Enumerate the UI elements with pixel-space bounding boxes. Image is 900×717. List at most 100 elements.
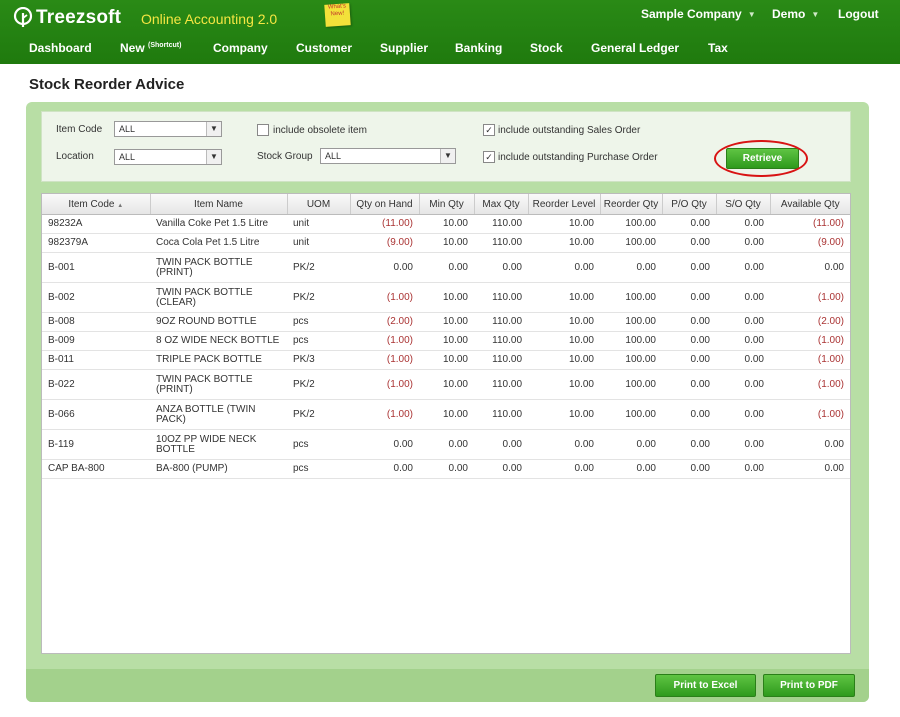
table-cell: 0.00 xyxy=(662,459,716,479)
table-row[interactable]: B-009 8 OZ WIDE NECK BOTTLE pcs (1.00) 10.00… xyxy=(42,331,850,351)
nav-stock[interactable]: Stock xyxy=(530,41,563,55)
table-cell: 10.00 xyxy=(528,399,600,430)
table-row[interactable]: B-008 9OZ ROUND BOTTLE pcs (2.00) 10.00 110.0… xyxy=(42,312,850,332)
include-sales-order-label: include outstanding Sales Order xyxy=(498,125,641,136)
table-cell: (1.00) xyxy=(770,282,850,313)
table-cell: (2.00) xyxy=(770,312,850,332)
col-po-qty[interactable]: P/O Qty xyxy=(662,194,717,215)
table-cell: pcs xyxy=(287,312,350,332)
table-cell: TWIN PACK BOTTLE (PRINT) xyxy=(150,252,287,283)
table-cell: B-008 xyxy=(42,312,150,332)
table-cell: 0.00 xyxy=(474,429,528,460)
col-reorder-level[interactable]: Reorder Level xyxy=(528,194,601,215)
stock-group-label: Stock Group xyxy=(257,151,313,162)
table-row[interactable]: B-066 ANZA BOTTLE (TWIN PACK) PK/2 (1.00) 10… xyxy=(42,399,850,430)
table-row[interactable]: 982379A Coca Cola Pet 1.5 Litre unit (9.00)… xyxy=(42,233,850,253)
col-reorder-qty[interactable]: Reorder Qty xyxy=(600,194,663,215)
table-cell: 100.00 xyxy=(600,214,662,234)
table-cell: 10.00 xyxy=(419,214,474,234)
table-cell: pcs xyxy=(287,459,350,479)
highlight-ring xyxy=(714,140,808,177)
table-cell: 0.00 xyxy=(350,459,419,479)
table-row[interactable]: B-119 10OZ PP WIDE NECK BOTTLE pcs 0.00 0.00… xyxy=(42,429,850,460)
col-item-name[interactable]: Item Name xyxy=(150,194,288,215)
col-min-qty[interactable]: Min Qty xyxy=(419,194,475,215)
main-nav: Dashboard New (Shortcut) Company Custome… xyxy=(0,41,900,63)
table-cell: (1.00) xyxy=(350,350,419,370)
col-qty-on-hand[interactable]: Qty on Hand xyxy=(350,194,420,215)
table-cell: B-001 xyxy=(42,252,150,283)
table-cell: (1.00) xyxy=(770,350,850,370)
nav-banking[interactable]: Banking xyxy=(455,41,502,55)
table-row[interactable]: B-011 TRIPLE PACK BOTTLE PK/3 (1.00) 10.00 11… xyxy=(42,350,850,370)
print-to-pdf-button[interactable]: Print to PDF xyxy=(763,674,855,697)
table-cell: 10.00 xyxy=(528,233,600,253)
table-cell: TRIPLE PACK BOTTLE xyxy=(150,350,287,370)
table-cell: pcs xyxy=(287,429,350,460)
table-cell: 0.00 xyxy=(600,459,662,479)
table-cell: 0.00 xyxy=(716,350,770,370)
company-menu[interactable]: Sample Company ▼ xyxy=(641,7,756,21)
table-cell: 0.00 xyxy=(716,399,770,430)
results-table-container[interactable]: Item Code ▲ Item Name UOM Qty on Hand Mi… xyxy=(41,193,851,654)
table-cell: 10.00 xyxy=(528,282,600,313)
table-cell: 10.00 xyxy=(528,369,600,400)
col-so-qty[interactable]: S/O Qty xyxy=(716,194,771,215)
table-cell: 0.00 xyxy=(528,459,600,479)
nav-supplier[interactable]: Supplier xyxy=(380,41,428,55)
table-cell: 8 OZ WIDE NECK BOTTLE xyxy=(150,331,287,351)
col-uom[interactable]: UOM xyxy=(287,194,351,215)
table-cell: unit xyxy=(287,214,350,234)
nav-new[interactable]: New (Shortcut) xyxy=(120,41,181,55)
col-available-qty[interactable]: Available Qty xyxy=(770,194,850,215)
table-cell: TWIN PACK BOTTLE (CLEAR) xyxy=(150,282,287,313)
logout-link[interactable]: Logout xyxy=(838,7,879,21)
table-cell: 0.00 xyxy=(716,459,770,479)
table-cell: 0.00 xyxy=(770,252,850,283)
table-cell: 98232A xyxy=(42,214,150,234)
col-max-qty[interactable]: Max Qty xyxy=(474,194,529,215)
stock-group-value: ALL xyxy=(325,151,342,161)
table-cell: (1.00) xyxy=(350,399,419,430)
table-cell: 0.00 xyxy=(419,252,474,283)
nav-tax[interactable]: Tax xyxy=(708,41,728,55)
table-cell: (1.00) xyxy=(350,369,419,400)
table-cell: 100.00 xyxy=(600,399,662,430)
include-sales-order-checkbox[interactable]: ✓ xyxy=(483,124,495,136)
location-select[interactable]: ALL ▼ xyxy=(114,149,222,165)
whats-new-note[interactable]: What's New! xyxy=(324,3,351,27)
table-row[interactable]: B-002 TWIN PACK BOTTLE (CLEAR) PK/2 (1.00) 1… xyxy=(42,282,850,313)
location-label: Location xyxy=(56,151,94,162)
chevron-down-icon: ▼ xyxy=(747,9,756,19)
include-purchase-order-checkbox[interactable]: ✓ xyxy=(483,151,495,163)
table-cell: PK/3 xyxy=(287,350,350,370)
table-cell: 0.00 xyxy=(716,282,770,313)
print-to-excel-button[interactable]: Print to Excel xyxy=(655,674,756,697)
user-menu[interactable]: Demo ▼ xyxy=(772,7,819,21)
nav-company[interactable]: Company xyxy=(213,41,268,55)
table-cell: BA-800 (PUMP) xyxy=(150,459,287,479)
table-cell: 0.00 xyxy=(662,331,716,351)
table-cell: 0.00 xyxy=(474,252,528,283)
table-cell: 100.00 xyxy=(600,282,662,313)
table-row[interactable]: B-001 TWIN PACK BOTTLE (PRINT) PK/2 0.00 0.0… xyxy=(42,252,850,283)
table-row[interactable]: B-022 TWIN PACK BOTTLE (PRINT) PK/2 (1.00) 1… xyxy=(42,369,850,400)
table-cell: ANZA BOTTLE (TWIN PACK) xyxy=(150,399,287,430)
table-cell: 0.00 xyxy=(770,459,850,479)
table-cell: 0.00 xyxy=(716,331,770,351)
table-cell: 0.00 xyxy=(350,429,419,460)
col-item-code[interactable]: Item Code ▲ xyxy=(42,194,151,215)
item-code-select[interactable]: ALL ▼ xyxy=(114,121,222,137)
table-cell: PK/2 xyxy=(287,399,350,430)
table-cell: unit xyxy=(287,233,350,253)
table-cell: CAP BA-800 xyxy=(42,459,150,479)
stock-group-select[interactable]: ALL ▼ xyxy=(320,148,456,164)
table-row[interactable]: CAP BA-800 BA-800 (PUMP) pcs 0.00 0.00 0.00 0.… xyxy=(42,459,850,479)
nav-dashboard[interactable]: Dashboard xyxy=(29,41,92,55)
nav-customer[interactable]: Customer xyxy=(296,41,352,55)
include-obsolete-checkbox[interactable] xyxy=(257,124,269,136)
table-cell: 110.00 xyxy=(474,399,528,430)
table-row[interactable]: 98232A Vanilla Coke Pet 1.5 Litre unit (11.… xyxy=(42,214,850,234)
logo[interactable]: Treezsoft xyxy=(12,6,121,30)
nav-general-ledger[interactable]: General Ledger xyxy=(591,41,679,55)
